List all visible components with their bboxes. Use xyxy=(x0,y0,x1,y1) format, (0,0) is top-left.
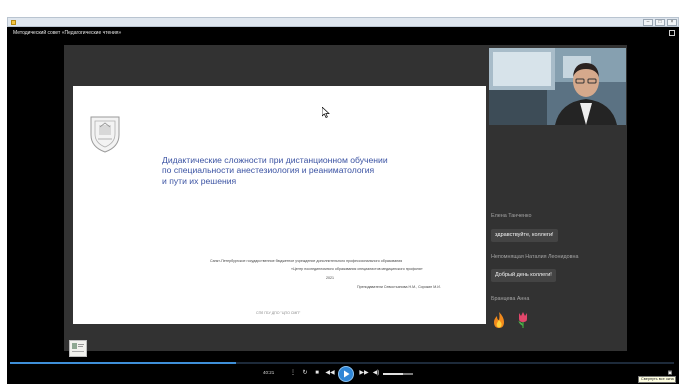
repeat-icon[interactable]: ↻ xyxy=(300,369,310,378)
slide-authors: Преподаватели Севостьянова Н.М., Сорокин… xyxy=(357,285,441,289)
volume-level xyxy=(383,373,403,375)
fullscreen-icon[interactable] xyxy=(669,30,675,36)
volume-icon[interactable]: ◀) xyxy=(371,369,381,378)
institution-crest-logo xyxy=(90,116,120,153)
window-title: Методический совет «Педагогические чтени… xyxy=(13,30,122,36)
slide-year: 2021 xyxy=(326,276,334,280)
chat-emoji-message xyxy=(492,312,530,333)
close-icon[interactable]: × xyxy=(667,19,677,26)
rewind-icon[interactable]: ◀◀ xyxy=(325,369,335,378)
maximize-icon[interactable]: □ xyxy=(655,19,665,26)
thumbnail-preview xyxy=(72,343,84,352)
volume-slider[interactable] xyxy=(383,373,413,375)
slide-footer: СПб ГБУ ДПО "ЦПО СМП" xyxy=(256,311,301,315)
presentation-slide: Дидактические сложности при дистанционно… xyxy=(73,86,486,324)
slide-thumbnail[interactable] xyxy=(69,340,87,357)
subtitles-icon[interactable]: ⋮ xyxy=(288,369,298,378)
stop-icon[interactable]: ■ xyxy=(312,369,322,378)
chat-message: здравствуйте, коллеги! xyxy=(491,229,558,242)
mouse-cursor-icon xyxy=(322,107,330,118)
chat-sender: Елена Танченко xyxy=(491,213,532,219)
fast-forward-icon[interactable]: ▶▶ xyxy=(359,369,369,378)
slide-title-line: и пути их решения xyxy=(162,175,237,186)
chat-message: Добрый день коллеги! xyxy=(491,269,556,282)
slide-org-line: Санкт-Петербургское государственное бюдж… xyxy=(210,259,403,263)
minimize-icon[interactable]: – xyxy=(643,19,653,26)
play-icon xyxy=(344,370,350,378)
slide-title-line: Дидактические сложности при дистанционно… xyxy=(162,155,388,165)
player-controls: 40:21 ⋮ ↻ ■ ◀◀ ▶▶ ◀) ▣ xyxy=(7,366,679,382)
window-titlebar[interactable]: – □ × xyxy=(7,17,679,27)
slide-title: Дидактические сложности при дистанционно… xyxy=(162,155,452,186)
desktop-frame: – □ × Методический совет «Педагогические… xyxy=(0,0,684,385)
fire-emoji-icon xyxy=(494,312,504,328)
webcam-video[interactable] xyxy=(489,48,626,125)
seek-bar[interactable] xyxy=(10,362,674,364)
tooltip: Свернуть все окна xyxy=(638,376,676,383)
chat-sender: Бранцева Анна xyxy=(491,296,530,302)
current-time: 40:21 xyxy=(263,370,275,375)
tulip-emoji-icon xyxy=(518,312,528,328)
slide-org-line: «Центр последипломного образования специ… xyxy=(291,267,423,271)
slide-title-line: по специальности анестезиология и реаним… xyxy=(162,165,375,176)
seek-bar-progress xyxy=(10,362,236,364)
player-window: Методический совет «Педагогические чтени… xyxy=(7,27,679,384)
play-button[interactable] xyxy=(338,366,354,382)
app-icon xyxy=(11,20,16,25)
chat-sender: Непомнящая Наталия Леонидовна xyxy=(491,254,579,260)
webcam-frame xyxy=(489,48,626,125)
